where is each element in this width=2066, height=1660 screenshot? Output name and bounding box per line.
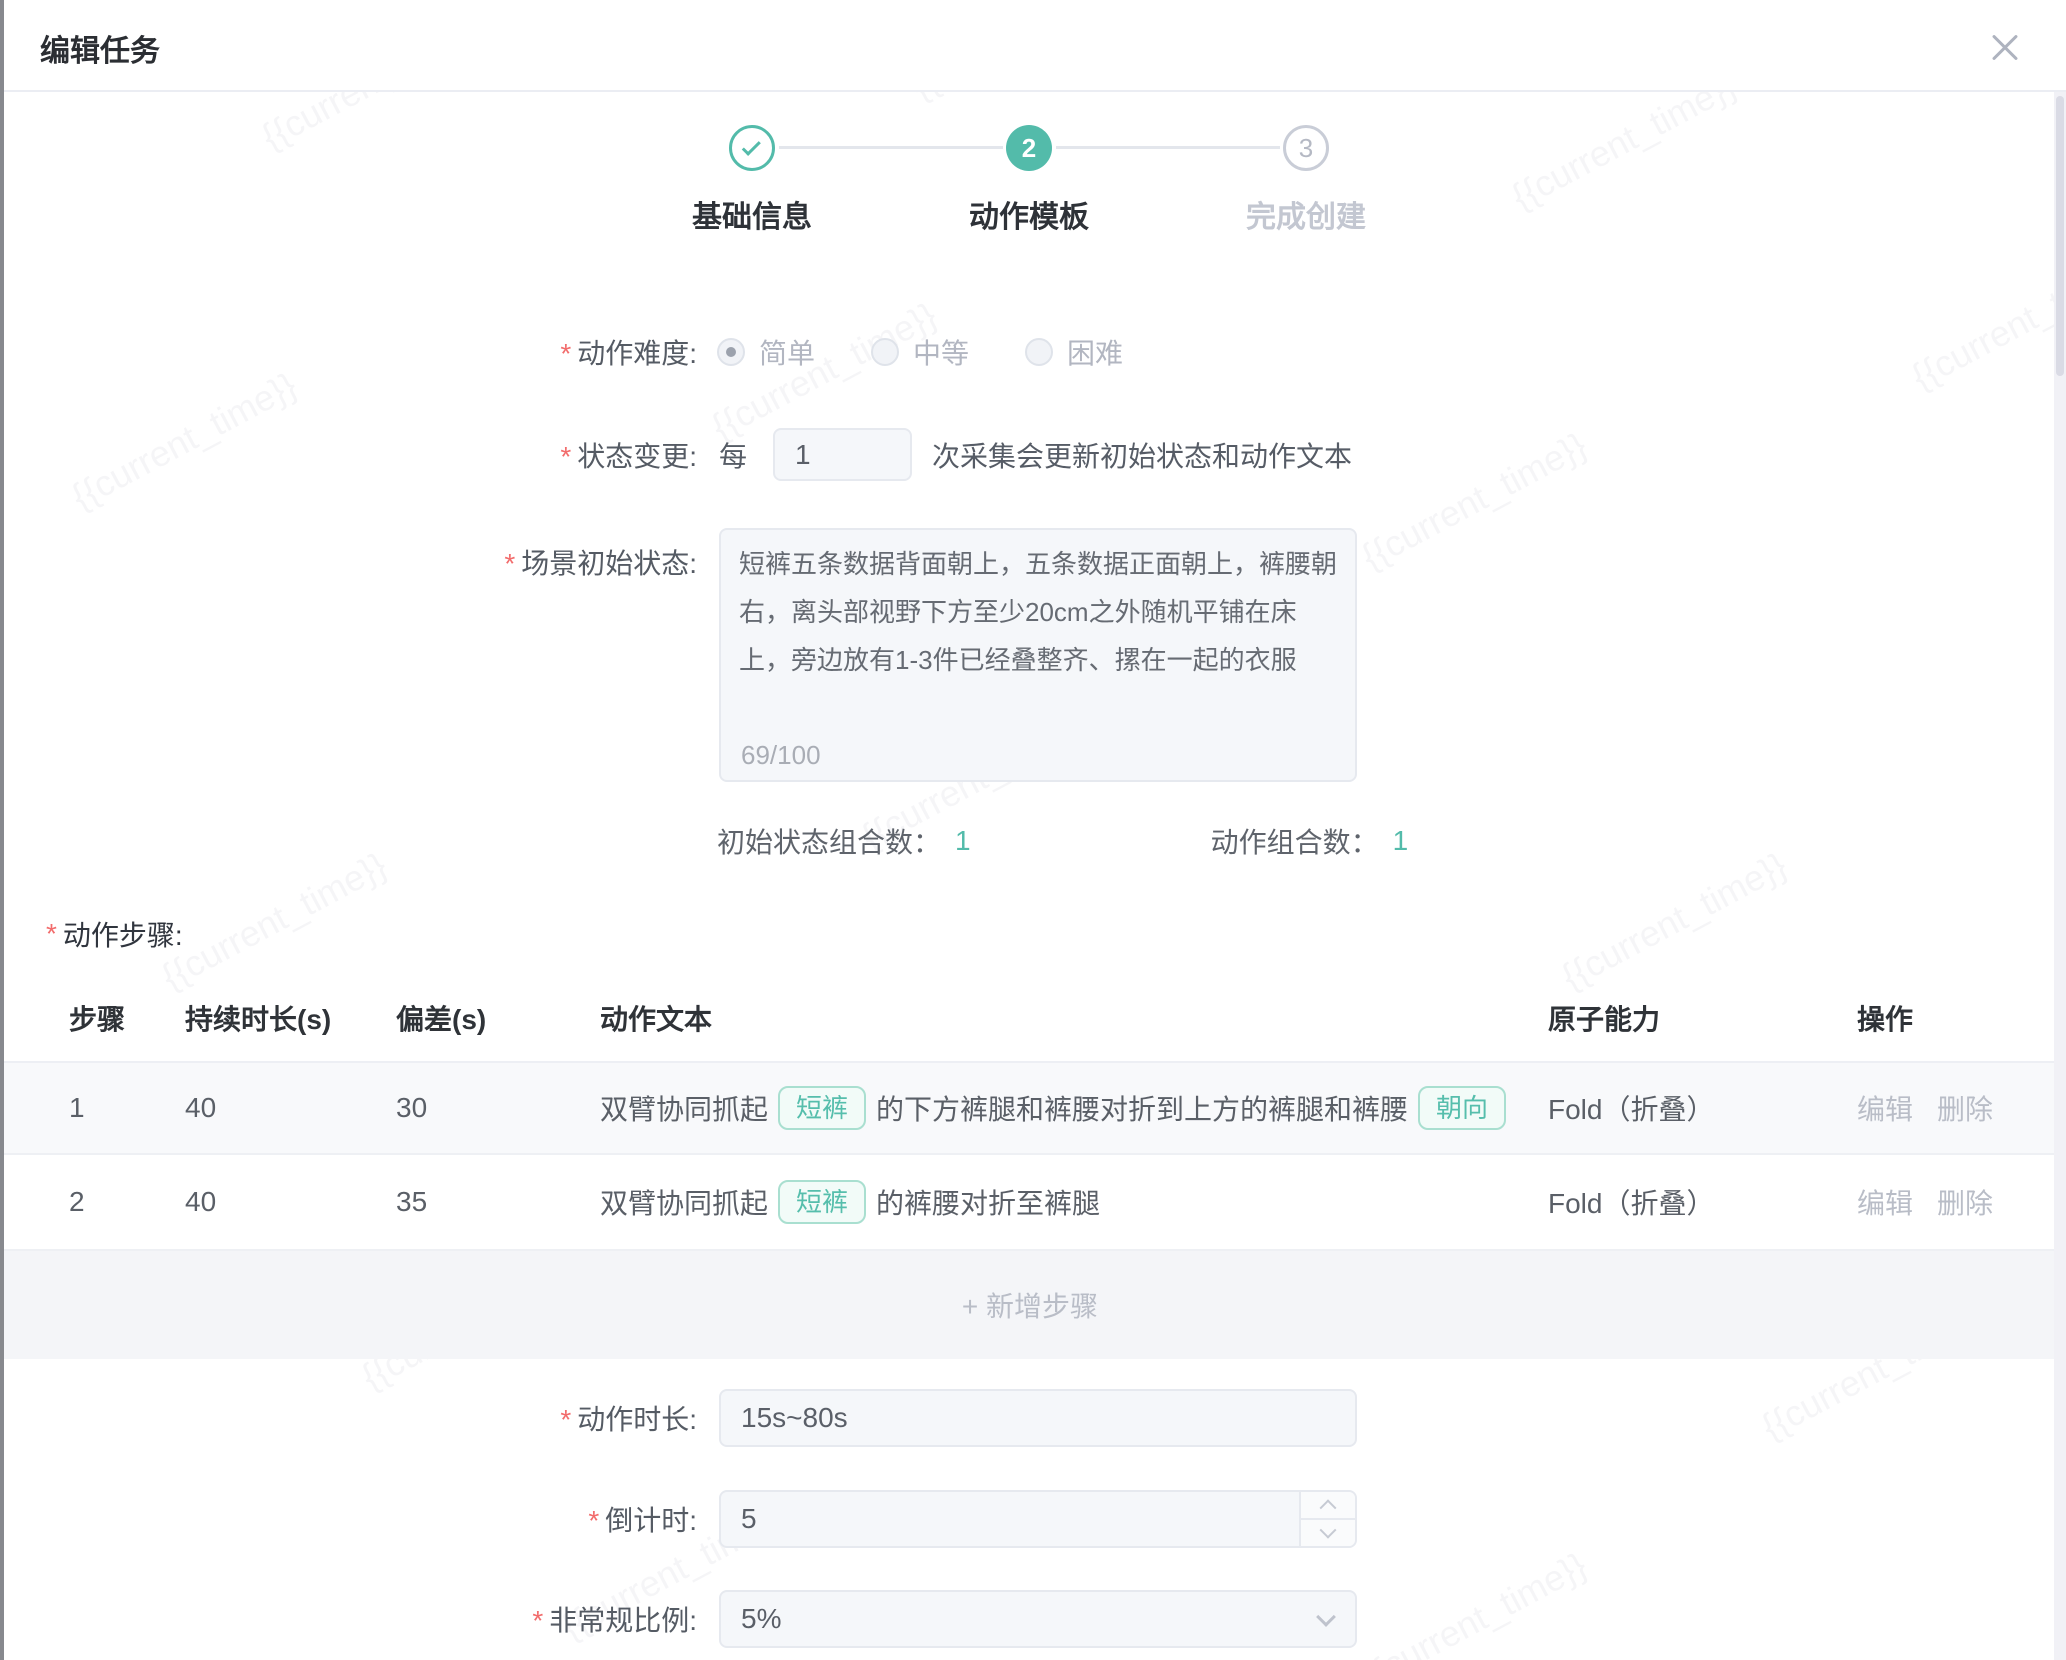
col-action-text: 动作文本	[600, 998, 1548, 1038]
countdown-input[interactable]: 5	[719, 1490, 1357, 1548]
step-2-icon: 2	[1006, 125, 1052, 171]
countdown-spinner	[1299, 1492, 1355, 1546]
radio-simple[interactable]: 简单	[717, 332, 815, 372]
delete-button[interactable]: 删除	[1937, 1088, 1993, 1128]
state-change-label: *状态变更:	[0, 435, 697, 475]
action-text-segment: 的下方裤腿和裤腰对折到上方的裤腿和裤腰	[876, 1088, 1408, 1128]
action-combo-value: 1	[1393, 825, 1409, 857]
add-step-button[interactable]: + 新增步骤	[962, 1285, 1098, 1325]
edit-button[interactable]: 编辑	[1857, 1182, 1913, 1222]
state-change-input[interactable]: 1	[773, 428, 912, 481]
countdown-number-input: 5	[719, 1490, 1357, 1548]
decrease-button[interactable]	[1301, 1518, 1355, 1546]
dialog-header: 编辑任务	[4, 0, 2066, 92]
edit-button[interactable]: 编辑	[1857, 1088, 1913, 1128]
close-button[interactable]	[1983, 26, 2027, 70]
step-number: 3	[1299, 133, 1313, 164]
form-row-scene-state: *场景初始状态: 短裤五条数据背面朝上，五条数据正面朝上，裤腰朝右，离头部视野下…	[0, 528, 2060, 782]
chevron-up-icon	[1320, 1499, 1337, 1516]
radio-icon	[871, 338, 899, 366]
form-row-unusual-ratio: *非常规比例: 5%	[0, 1590, 2060, 1648]
cell-deviation: 35	[396, 1186, 600, 1218]
cell-operations: 编辑删除	[1857, 1088, 2056, 1128]
cell-action-text: 双臂协同抓起短裤的裤腰对折至裤腿	[600, 1170, 1548, 1234]
form-row-difficulty: *动作难度: 简单 中等 困难	[0, 326, 2060, 378]
keyword-tag: 短裤	[778, 1180, 866, 1224]
cell-step: 2	[69, 1186, 185, 1218]
step-1-icon	[729, 125, 775, 171]
action-text-segment: 的裤腰对折至裤腿	[876, 1182, 1100, 1222]
scene-initial-state-text: 短裤五条数据背面朝上，五条数据正面朝上，裤腰朝右，离头部视野下方至少20cm之外…	[739, 549, 1337, 675]
action-duration-label: *动作时长:	[0, 1398, 697, 1438]
check-icon	[742, 136, 761, 155]
radio-icon	[1025, 338, 1053, 366]
countdown-label: *倒计时:	[0, 1499, 697, 1539]
state-change-suffix: 次采集会更新初始状态和动作文本	[932, 435, 1352, 475]
step-connector	[779, 146, 1003, 149]
state-change-prefix: 每	[719, 435, 747, 475]
col-deviation: 偏差(s)	[396, 998, 600, 1038]
radio-medium[interactable]: 中等	[871, 332, 969, 372]
unusual-ratio-select[interactable]: 5%	[719, 1590, 1357, 1648]
action-steps-section-label: * 动作步骤:	[46, 908, 183, 960]
col-operations: 操作	[1857, 998, 2056, 1038]
form-row-combos: 初始状态组合数： 1 动作组合数： 1	[0, 815, 2060, 867]
cell-ability: Fold（折叠）	[1548, 1182, 1857, 1222]
table-header: 步骤 持续时长(s) 偏差(s) 动作文本 原子能力 操作	[4, 975, 2056, 1063]
difficulty-radio-group: 简单 中等 困难	[717, 332, 1123, 372]
cell-ability: Fold（折叠）	[1548, 1088, 1857, 1128]
cell-action-text: 双臂协同抓起短裤的下方裤腿和裤腰对折到上方的裤腿和裤腰朝向	[600, 1076, 1548, 1140]
action-combo-label: 动作组合数：	[1211, 821, 1379, 861]
form-row-countdown: *倒计时: 5	[0, 1490, 2060, 1548]
scrollbar-thumb[interactable]	[2056, 96, 2064, 376]
increase-button[interactable]	[1301, 1492, 1355, 1518]
edit-task-dialog: {{current_time}}{{current_time}}{{curren…	[0, 0, 2066, 1660]
action-steps-table: 步骤 持续时长(s) 偏差(s) 动作文本 原子能力 操作 14030双臂协同抓…	[4, 975, 2056, 1359]
form-row-action-duration: *动作时长: 15s~80s	[0, 1389, 2060, 1447]
char-counter: 69/100	[741, 740, 821, 770]
unusual-ratio-value: 5%	[719, 1590, 1357, 1648]
col-ability: 原子能力	[1548, 998, 1857, 1038]
step-label-finish: 完成创建	[1186, 192, 1426, 236]
table-body: 14030双臂协同抓起短裤的下方裤腿和裤腰对折到上方的裤腿和裤腰朝向Fold（折…	[4, 1063, 2056, 1251]
chevron-down-icon	[1320, 1522, 1337, 1539]
dialog-title: 编辑任务	[40, 26, 160, 70]
scene-initial-state-textarea[interactable]: 短裤五条数据背面朝上，五条数据正面朝上，裤腰朝右，离头部视野下方至少20cm之外…	[719, 528, 1357, 782]
col-duration: 持续时长(s)	[185, 998, 396, 1038]
table-footer: + 新增步骤	[4, 1251, 2056, 1359]
step-label-basic-info: 基础信息	[632, 192, 872, 236]
initial-combo-label: 初始状态组合数：	[717, 821, 941, 861]
keyword-tag: 朝向	[1418, 1086, 1506, 1130]
cell-operations: 编辑删除	[1857, 1182, 2056, 1222]
step-label-action-template: 动作模板	[909, 192, 1149, 236]
scene-state-label: *场景初始状态:	[0, 528, 697, 582]
cell-deviation: 30	[396, 1092, 600, 1124]
action-text-segment: 双臂协同抓起	[600, 1182, 768, 1222]
radio-icon	[717, 338, 745, 366]
action-text-segment: 双臂协同抓起	[600, 1088, 768, 1128]
initial-combo-value: 1	[955, 825, 971, 857]
step-number: 2	[1022, 133, 1036, 164]
radio-hard[interactable]: 困难	[1025, 332, 1123, 372]
keyword-tag: 短裤	[778, 1086, 866, 1130]
action-duration-input[interactable]: 15s~80s	[719, 1389, 1357, 1447]
difficulty-label: *动作难度:	[0, 332, 697, 372]
cell-duration: 40	[185, 1186, 396, 1218]
cell-duration: 40	[185, 1092, 396, 1124]
form-row-state-change: *状态变更: 每 1 次采集会更新初始状态和动作文本	[0, 428, 2060, 481]
unusual-ratio-label: *非常规比例:	[0, 1599, 697, 1639]
cell-step: 1	[69, 1092, 185, 1124]
page-edge	[0, 0, 4, 1660]
col-step: 步骤	[69, 998, 185, 1038]
step-connector	[1056, 146, 1280, 149]
delete-button[interactable]: 删除	[1937, 1182, 1993, 1222]
step-3-icon: 3	[1283, 125, 1329, 171]
table-row: 14030双臂协同抓起短裤的下方裤腿和裤腰对折到上方的裤腿和裤腰朝向Fold（折…	[4, 1063, 2056, 1155]
scrollbar-track[interactable]	[2054, 92, 2066, 1660]
table-row: 24035双臂协同抓起短裤的裤腰对折至裤腿Fold（折叠）编辑删除	[4, 1155, 2056, 1251]
